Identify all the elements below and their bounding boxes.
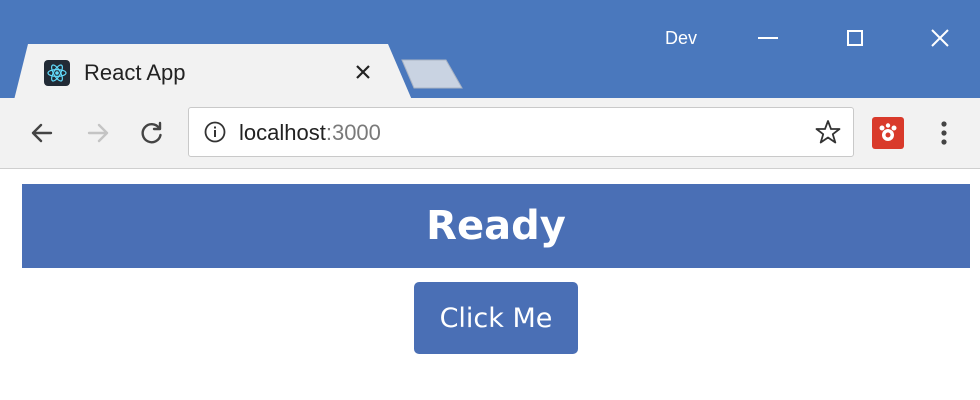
address-bar[interactable]: localhost:3000 xyxy=(188,107,854,157)
maximize-button[interactable] xyxy=(835,20,875,56)
close-icon xyxy=(931,29,949,47)
browser-toolbar: localhost:3000 xyxy=(0,98,980,169)
info-icon[interactable] xyxy=(203,120,227,144)
url-port: :3000 xyxy=(325,120,381,145)
reload-icon xyxy=(141,121,162,144)
new-tab-button[interactable] xyxy=(400,58,464,90)
profile-label[interactable]: Dev xyxy=(665,28,697,49)
react-logo-icon xyxy=(44,60,70,86)
status-banner: Ready xyxy=(22,184,970,268)
close-icon xyxy=(356,65,370,79)
back-button[interactable] xyxy=(24,115,60,151)
browser-window: Dev React App localhost:3000 Ready Click… xyxy=(0,0,980,400)
url-text[interactable]: localhost:3000 xyxy=(239,120,381,146)
tab-close-button[interactable] xyxy=(349,58,377,86)
title-bar: Dev React App xyxy=(0,0,980,100)
close-window-button[interactable] xyxy=(920,20,960,56)
minimize-button[interactable] xyxy=(748,20,788,56)
tab-title: React App xyxy=(84,60,186,85)
star-icon[interactable] xyxy=(815,119,841,145)
tab-react-app[interactable]: React App xyxy=(14,44,412,100)
reload-button[interactable] xyxy=(134,115,170,151)
kebab-menu-icon[interactable] xyxy=(930,117,958,149)
extension-icon[interactable] xyxy=(872,117,904,149)
page-viewport: Ready Click Me xyxy=(0,169,980,400)
minimize-icon xyxy=(758,37,778,39)
url-host: localhost xyxy=(239,120,326,145)
click-me-button[interactable]: Click Me xyxy=(414,282,578,354)
forward-button[interactable] xyxy=(80,115,116,151)
arrow-left-icon xyxy=(31,123,53,143)
arrow-right-icon xyxy=(87,123,109,143)
maximize-icon xyxy=(847,30,863,46)
